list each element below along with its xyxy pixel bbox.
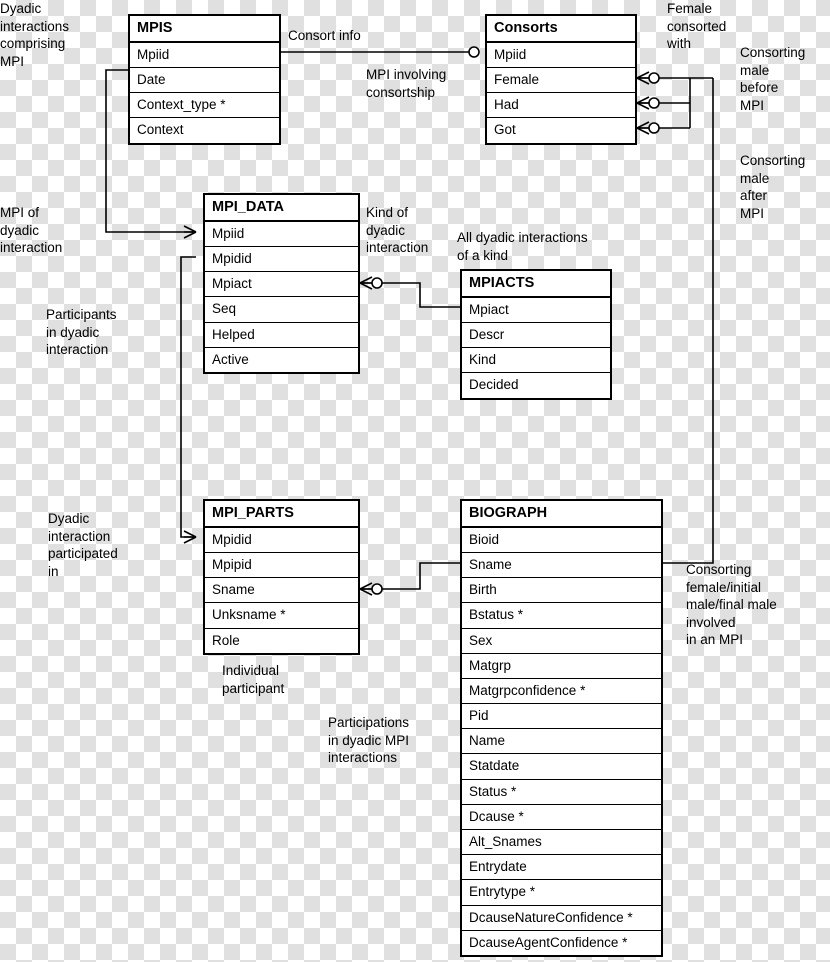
note-mpi-consortship: MPI involving consortship xyxy=(366,67,447,100)
note-participants: Participants in dyadic interaction xyxy=(46,307,117,358)
entity-attribute: Sex xyxy=(462,629,661,654)
entity-attribute: Mpiact xyxy=(462,298,610,324)
entity-attribute: Mpidid xyxy=(205,528,358,554)
entity-attribute: Mpiid xyxy=(205,222,358,248)
entity-attribute: Bioid xyxy=(462,528,661,554)
entity-attribute: Context xyxy=(137,122,184,138)
entity-title: MPIS xyxy=(130,16,279,43)
entity-attribute: DcauseAgentConfidence * xyxy=(469,934,628,950)
entity-biograph[interactable]: BIOGRAPH Bioid Sname Birth Bstatus * Sex… xyxy=(460,499,663,957)
entity-attribute: Active xyxy=(212,351,249,367)
note-consorting-before: Consorting male before MPI xyxy=(740,45,806,113)
entity-attribute: Date xyxy=(130,68,279,94)
entity-attribute: Unksname * xyxy=(205,603,358,629)
entity-attribute: Mpiid xyxy=(487,43,635,69)
relationship-lines xyxy=(105,46,714,596)
entity-attribute: Helped xyxy=(205,323,358,348)
entity-attribute: Entrydate xyxy=(462,855,661,881)
entity-attribute: Seq xyxy=(205,297,358,323)
entity-attribute: Statdate xyxy=(462,754,661,780)
entity-attribute: Sname xyxy=(205,578,358,604)
entity-title: MPI_PARTS xyxy=(205,501,358,528)
entity-attribute: Descr xyxy=(462,323,610,349)
entity-attribute: Mpipid xyxy=(205,553,358,579)
entity-attribute: Birth xyxy=(462,578,661,604)
note-participations: Participations in dyadic MPI interaction… xyxy=(328,715,410,766)
entity-attribute: Matgrpconfidence * xyxy=(462,679,661,705)
entity-mpi-data[interactable]: MPI_DATA Mpiid Mpidid Mpiact Seq Helped … xyxy=(203,193,360,374)
entity-attribute: Matgrp xyxy=(462,654,661,679)
entity-mpi-parts[interactable]: MPI_PARTS Mpidid Mpipid Sname Unksname *… xyxy=(203,499,360,655)
entity-title: Consorts xyxy=(487,16,635,43)
entity-attribute: Entrytype * xyxy=(462,880,661,906)
note-consorting-female: Consorting female/initial male/final mal… xyxy=(686,562,777,648)
note-consorting-after: Consorting male after MPI xyxy=(740,153,806,221)
entity-attribute: DcauseNatureConfidence * xyxy=(462,906,661,931)
entity-title: MPI_DATA xyxy=(205,195,358,222)
entity-attribute: Mpiact xyxy=(205,272,358,298)
note-all-dyadic: All dyadic interactions of a kind xyxy=(457,230,588,263)
entity-attribute: Female xyxy=(487,68,635,94)
entity-title: MPIACTS xyxy=(462,271,610,298)
note-consort-info: Consort info xyxy=(288,28,361,43)
note-dyadic-participated: Dyadic interaction participated in xyxy=(48,511,118,579)
entity-attribute: Pid xyxy=(462,704,661,730)
note-kind-of-dyadic: Kind of dyadic interaction xyxy=(366,205,429,256)
entity-attribute: Status * xyxy=(462,780,661,805)
entity-attribute: Got xyxy=(494,122,516,138)
note-dyadic-mpi: Dyadic interactions comprising MPI xyxy=(0,1,70,69)
entity-attribute: Decided xyxy=(469,377,519,393)
entity-attribute: Name xyxy=(462,729,661,755)
entity-attribute: Role xyxy=(212,632,240,648)
entity-attribute: Had xyxy=(487,93,635,119)
entity-title: BIOGRAPH xyxy=(462,501,661,528)
entity-attribute: Sname xyxy=(462,553,661,579)
entity-attribute: Context_type * xyxy=(130,93,279,119)
entity-consorts[interactable]: Consorts Mpiid Female Had Got xyxy=(485,14,637,145)
entity-mpis[interactable]: MPIS Mpiid Date Context_type * Context xyxy=(128,14,281,145)
note-individual-participant: Individual participant xyxy=(222,663,285,696)
entity-attribute: Bstatus * xyxy=(462,603,661,629)
entity-attribute: Mpiid xyxy=(130,43,279,69)
entity-attribute: Dcause * xyxy=(462,805,661,830)
entity-attribute: Alt_Snames xyxy=(462,830,661,856)
entity-attribute: Kind xyxy=(462,348,610,374)
entity-mpiacts[interactable]: MPIACTS Mpiact Descr Kind Decided xyxy=(460,269,612,400)
note-mpi-of-dyadic: MPI of dyadic interaction xyxy=(0,205,63,256)
entity-attribute: Mpidid xyxy=(205,247,358,273)
